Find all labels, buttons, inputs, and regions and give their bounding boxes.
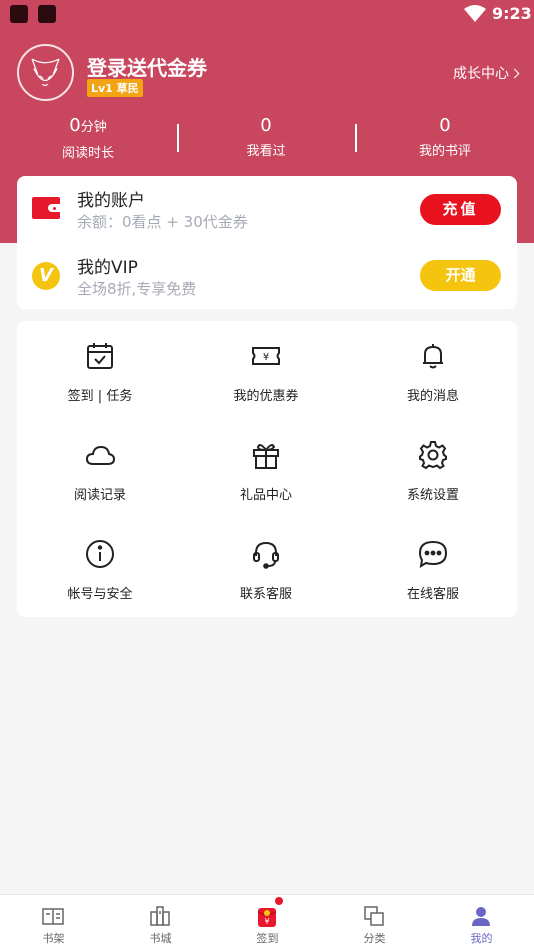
- chat-icon: [418, 540, 448, 568]
- info-icon: [86, 540, 114, 568]
- status-bar: 9:23: [0, 0, 534, 30]
- tab-label: 分类: [363, 932, 386, 945]
- menu-label: 阅读记录: [73, 488, 126, 503]
- cloud-icon: [85, 445, 116, 465]
- menu-item-gift-center[interactable]: 礼品中心: [183, 420, 349, 519]
- divider: [177, 124, 179, 152]
- vip-title[interactable]: 我的VIP: [77, 253, 138, 278]
- menu-label: 礼品中心: [239, 488, 292, 503]
- avatar[interactable]: [17, 44, 74, 101]
- user-icon: [472, 907, 490, 926]
- notification-icon: [38, 5, 56, 23]
- menu-grid: 签到 | 任务 ¥ 我的优惠券 我的消息 阅读记录 礼品中心 系统设置 帐号与安…: [17, 321, 517, 617]
- svg-text:¥: ¥: [263, 352, 269, 363]
- tab-label: 书架: [42, 932, 65, 945]
- vip-subtitle: 全场8折,专享免费: [77, 280, 197, 298]
- calendar-check-icon: [87, 343, 113, 369]
- stat-value: 0: [439, 115, 451, 136]
- bottom-tab-bar: 书架 书城 ¥ 签到 分类 我的: [0, 894, 534, 949]
- stat-unit: 分钟: [80, 120, 107, 135]
- tab-category[interactable]: 分类: [321, 895, 428, 949]
- account-balance: 余额：0看点 + 30代金券: [77, 213, 248, 231]
- menu-label: 在线客服: [406, 587, 459, 602]
- divider: [355, 124, 357, 152]
- account-card: 我的账户 余额：0看点 + 30代金券 充值 V 我的VIP 全场8折,专享免费…: [17, 176, 517, 309]
- notification-icon: [10, 5, 28, 23]
- stat-label: 我看过: [246, 144, 286, 159]
- svg-text:¥: ¥: [264, 917, 269, 926]
- red-packet-icon: ¥: [257, 908, 277, 927]
- tab-mine[interactable]: 我的: [428, 895, 534, 949]
- menu-item-contact-service[interactable]: 联系客服: [183, 519, 349, 618]
- tab-checkin[interactable]: ¥ 签到: [214, 895, 321, 949]
- stat-reviews[interactable]: 0 我的书评: [375, 115, 515, 159]
- menu-item-messages[interactable]: 我的消息: [350, 321, 516, 420]
- growth-center-label: 成长中心: [453, 66, 509, 82]
- stat-value: 0: [69, 115, 81, 136]
- menu-item-account-security[interactable]: 帐号与安全: [17, 519, 183, 618]
- cat-avatar-icon: [31, 58, 60, 87]
- vip-icon: V: [32, 262, 60, 290]
- tab-label: 签到: [256, 932, 279, 945]
- chevron-right-icon: [509, 68, 520, 79]
- menu-item-checkin[interactable]: 签到 | 任务: [17, 321, 183, 420]
- menu-label: 我的优惠券: [233, 389, 299, 404]
- stat-viewed[interactable]: 0 我看过: [196, 115, 336, 159]
- menu-label: 我的消息: [406, 389, 459, 404]
- tab-bookshelf[interactable]: 书架: [0, 895, 107, 949]
- stat-reading-time[interactable]: 0分钟 阅读时长: [18, 115, 158, 161]
- growth-center-link[interactable]: 成长中心: [453, 63, 520, 83]
- level-badge: Lv1 草民: [87, 79, 143, 97]
- menu-item-online-service[interactable]: 在线客服: [350, 519, 516, 618]
- menu-label: 帐号与安全: [67, 587, 133, 602]
- menu-label: 系统设置: [406, 488, 459, 503]
- menu-item-coupons[interactable]: ¥ 我的优惠券: [183, 321, 349, 420]
- account-title[interactable]: 我的账户: [77, 186, 145, 211]
- bookstore-icon: [150, 906, 170, 926]
- bell-icon: [423, 344, 443, 369]
- wallet-icon: [32, 197, 60, 219]
- tab-label: 我的: [470, 932, 493, 945]
- menu-label: 联系客服: [239, 587, 292, 602]
- login-prompt[interactable]: 登录送代金券: [87, 52, 207, 81]
- menu-item-settings[interactable]: 系统设置: [350, 420, 516, 519]
- stat-label: 阅读时长: [61, 146, 114, 161]
- gift-icon: [253, 444, 279, 469]
- clock: 9:23: [492, 4, 532, 23]
- recharge-button[interactable]: 充值: [420, 194, 501, 225]
- headset-icon: [253, 541, 279, 569]
- coupon-icon: ¥: [252, 347, 280, 365]
- wifi-icon: [464, 5, 486, 22]
- tab-bookstore[interactable]: 书城: [107, 895, 214, 949]
- stat-label: 我的书评: [418, 144, 471, 159]
- notification-dot: [275, 897, 283, 905]
- tab-label: 书城: [149, 932, 172, 945]
- menu-item-reading-history[interactable]: 阅读记录: [17, 420, 183, 519]
- gear-icon: [419, 441, 447, 470]
- category-icon: [364, 906, 384, 926]
- open-vip-button[interactable]: 开通: [420, 260, 501, 291]
- stat-value: 0: [260, 115, 272, 136]
- bookshelf-icon: [42, 908, 64, 925]
- menu-label: 签到 | 任务: [67, 389, 133, 404]
